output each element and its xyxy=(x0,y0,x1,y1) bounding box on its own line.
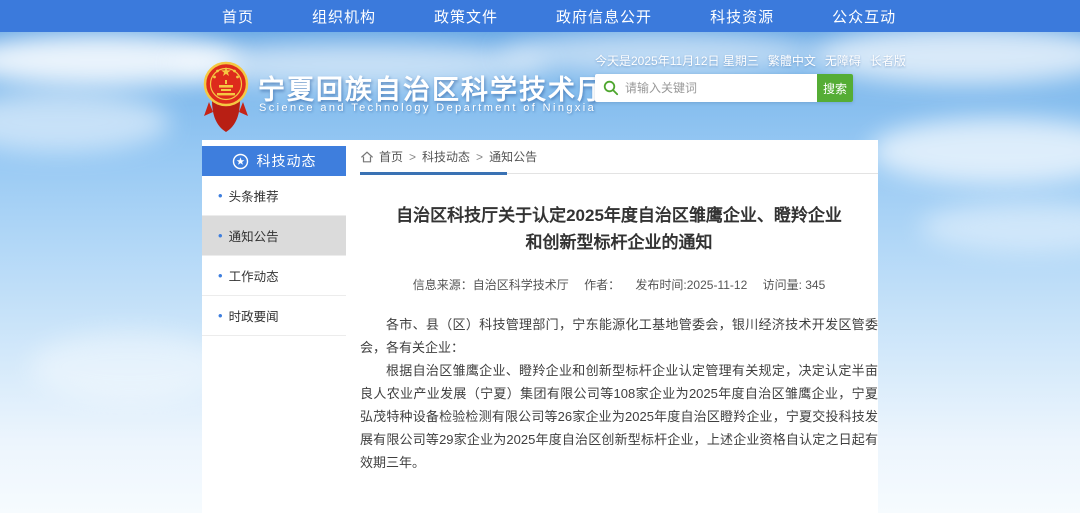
traditional-chinese-link[interactable]: 繁體中文 xyxy=(768,52,816,69)
sidebar-item-label: 头条推荐 xyxy=(229,186,279,205)
breadcrumb: 首页 > 科技动态 > 通知公告 xyxy=(360,140,878,174)
accessibility-link[interactable]: 无障碍 xyxy=(825,52,861,69)
article-title: 自治区科技厅关于认定2025年度自治区雏鹰企业、瞪羚企业 和创新型标杆企业的通知 xyxy=(360,202,878,256)
article-title-line1: 自治区科技厅关于认定2025年度自治区雏鹰企业、瞪羚企业 xyxy=(360,202,878,229)
sidebar-header: 科技动态 xyxy=(202,146,346,176)
main-content: 首页 > 科技动态 > 通知公告 自治区科技厅关于认定2025年度自治区雏鹰企业… xyxy=(360,140,878,513)
meta-publish-time: 发布时间:2025-11-12 xyxy=(635,278,747,292)
current-date-text: 今天是2025年11月12日 星期三 xyxy=(595,52,759,69)
circled-star-icon xyxy=(232,153,249,170)
nav-item-organization[interactable]: 组织机构 xyxy=(312,6,376,27)
sidebar: 科技动态 • 头条推荐 • 通知公告 • 工作动态 • 时政要闻 xyxy=(202,140,346,336)
sidebar-item-notices[interactable]: • 通知公告 xyxy=(202,216,346,256)
article-meta: 信息来源：自治区科学技术厅 作者： 发布时间:2025-11-12 访问量: 3… xyxy=(360,276,878,293)
content-wrapper: 科技动态 • 头条推荐 • 通知公告 • 工作动态 • 时政要闻 xyxy=(202,140,878,513)
nav-item-gov-info-disclosure[interactable]: 政府信息公开 xyxy=(556,6,652,27)
nav-item-public-interaction[interactable]: 公众互动 xyxy=(832,6,896,27)
sidebar-item-label: 工作动态 xyxy=(229,266,279,285)
breadcrumb-separator: > xyxy=(476,150,483,164)
search-bar: 搜索 xyxy=(595,74,853,102)
breadcrumb-home[interactable]: 首页 xyxy=(379,148,403,165)
meta-source: 信息来源：自治区科学技术厅 xyxy=(413,278,569,292)
cloud-decoration xyxy=(920,202,1080,252)
nav-item-policy-documents[interactable]: 政策文件 xyxy=(434,6,498,27)
nav-item-tech-resources[interactable]: 科技资源 xyxy=(710,6,774,27)
bullet-icon: • xyxy=(218,268,223,283)
header-utility-bar: 今天是2025年11月12日 星期三 繁體中文 无障碍 长者版 xyxy=(595,52,863,69)
search-icon xyxy=(603,80,619,96)
breadcrumb-tech-news[interactable]: 科技动态 xyxy=(422,148,470,165)
top-nav: 首页 组织机构 政策文件 政府信息公开 科技资源 公众互动 xyxy=(0,0,1080,32)
meta-visit-count: 访问量: 345 xyxy=(763,278,826,292)
elderly-version-link[interactable]: 长者版 xyxy=(870,52,906,69)
article-body: 各市、县（区）科技管理部门，宁东能源化工基地管委会，银川经济技术开发区管委会，各… xyxy=(360,313,878,474)
breadcrumb-separator: > xyxy=(409,150,416,164)
site-header: 宁夏回族自治区科学技术厅 Science and Technology Depa… xyxy=(0,32,1080,140)
bullet-icon: • xyxy=(218,228,223,243)
sidebar-item-headline-recommend[interactable]: • 头条推荐 xyxy=(202,176,346,216)
nav-item-home[interactable]: 首页 xyxy=(222,6,254,27)
bullet-icon: • xyxy=(218,308,223,323)
page: 首页 组织机构 政策文件 政府信息公开 科技资源 公众互动 xyxy=(0,0,1080,513)
article-paragraph: 根据自治区雏鹰企业、瞪羚企业和创新型标杆企业认定管理有关规定，决定认定半亩良人农… xyxy=(360,359,878,474)
home-icon xyxy=(360,150,374,164)
sidebar-item-work-updates[interactable]: • 工作动态 xyxy=(202,256,346,296)
breadcrumb-accent-underline xyxy=(360,172,507,175)
sidebar-item-label: 时政要闻 xyxy=(229,306,279,325)
site-subtitle: Science and Technology Department of Nin… xyxy=(259,102,596,114)
search-button[interactable]: 搜索 xyxy=(817,74,853,102)
national-emblem-logo xyxy=(202,58,250,134)
sidebar-item-current-politics[interactable]: • 时政要闻 xyxy=(202,296,346,336)
breadcrumb-notices[interactable]: 通知公告 xyxy=(489,148,537,165)
cloud-decoration xyxy=(30,332,230,402)
sidebar-title: 科技动态 xyxy=(257,151,317,171)
sidebar-menu: • 头条推荐 • 通知公告 • 工作动态 • 时政要闻 xyxy=(202,176,346,336)
bullet-icon: • xyxy=(218,188,223,203)
article: 自治区科技厅关于认定2025年度自治区雏鹰企业、瞪羚企业 和创新型标杆企业的通知… xyxy=(360,174,878,513)
sidebar-item-label: 通知公告 xyxy=(229,226,279,245)
article-paragraph: 各市、县（区）科技管理部门，宁东能源化工基地管委会，银川经济技术开发区管委会，各… xyxy=(360,313,878,359)
search-input[interactable] xyxy=(625,74,817,102)
meta-author: 作者： xyxy=(584,278,620,292)
article-title-line2: 和创新型标杆企业的通知 xyxy=(360,229,878,256)
